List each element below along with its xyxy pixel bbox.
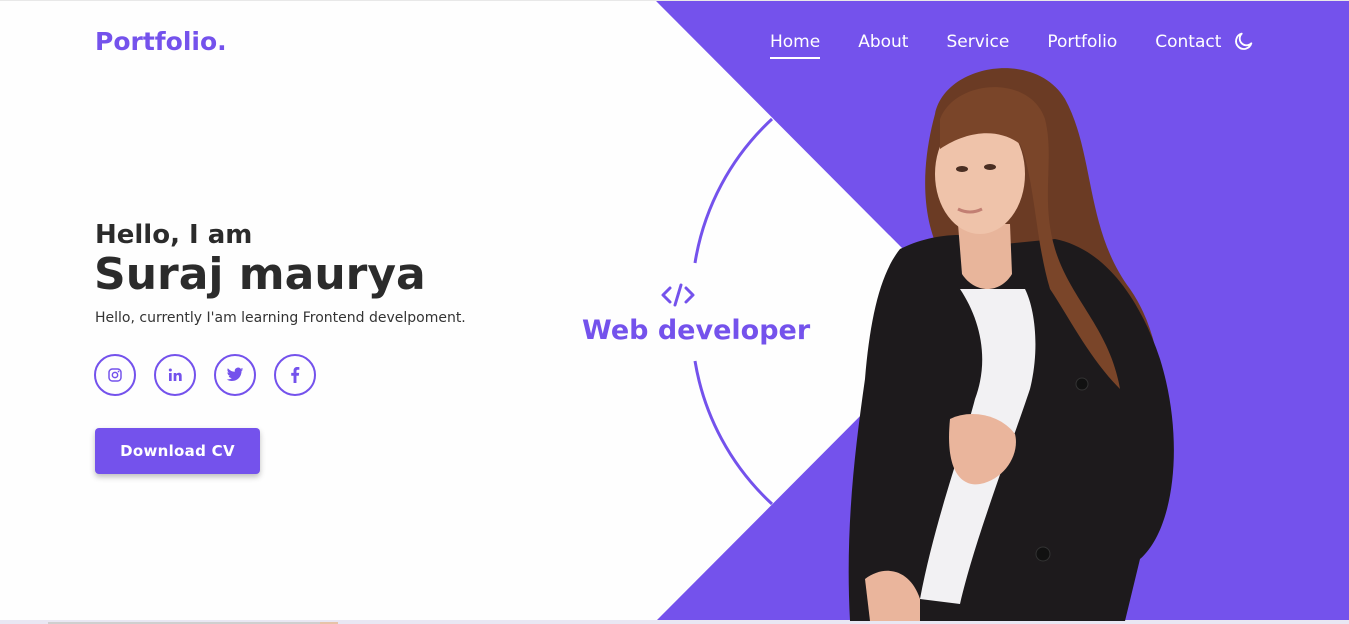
instagram-link[interactable] <box>94 354 136 396</box>
social-links <box>94 354 334 396</box>
facebook-icon <box>291 367 300 383</box>
portrait-neck <box>958 224 1012 289</box>
nav-portfolio[interactable]: Portfolio <box>1047 32 1117 52</box>
moon-icon <box>1235 32 1253 50</box>
profile-photo <box>848 68 1174 621</box>
linkedin-icon <box>168 368 182 381</box>
main-navigation: Home About Service Portfolio Contact <box>770 32 1259 59</box>
portfolio-page: Portfolio. Home About Service Portfolio … <box>0 0 1349 624</box>
role-label: Web developer <box>582 315 811 346</box>
hero-name: Suraj maurya <box>94 249 426 300</box>
facebook-link[interactable] <box>274 354 316 396</box>
twitter-icon <box>226 367 244 381</box>
logo[interactable]: Portfolio. <box>95 27 227 56</box>
nav-service[interactable]: Service <box>946 32 1009 52</box>
nav-contact[interactable]: Contact <box>1155 32 1221 52</box>
linkedin-link[interactable] <box>154 354 196 396</box>
twitter-link[interactable] <box>214 354 256 396</box>
code-icon <box>661 283 695 307</box>
theme-toggle-button[interactable] <box>1233 30 1255 52</box>
instagram-icon <box>108 368 122 382</box>
download-cv-button[interactable]: Download CV <box>95 428 260 474</box>
nav-home[interactable]: Home <box>770 32 821 59</box>
nav-about[interactable]: About <box>858 32 908 52</box>
hero-greeting: Hello, I am <box>95 220 253 250</box>
hero-tagline: Hello, currently I'am learning Frontend … <box>95 310 466 326</box>
